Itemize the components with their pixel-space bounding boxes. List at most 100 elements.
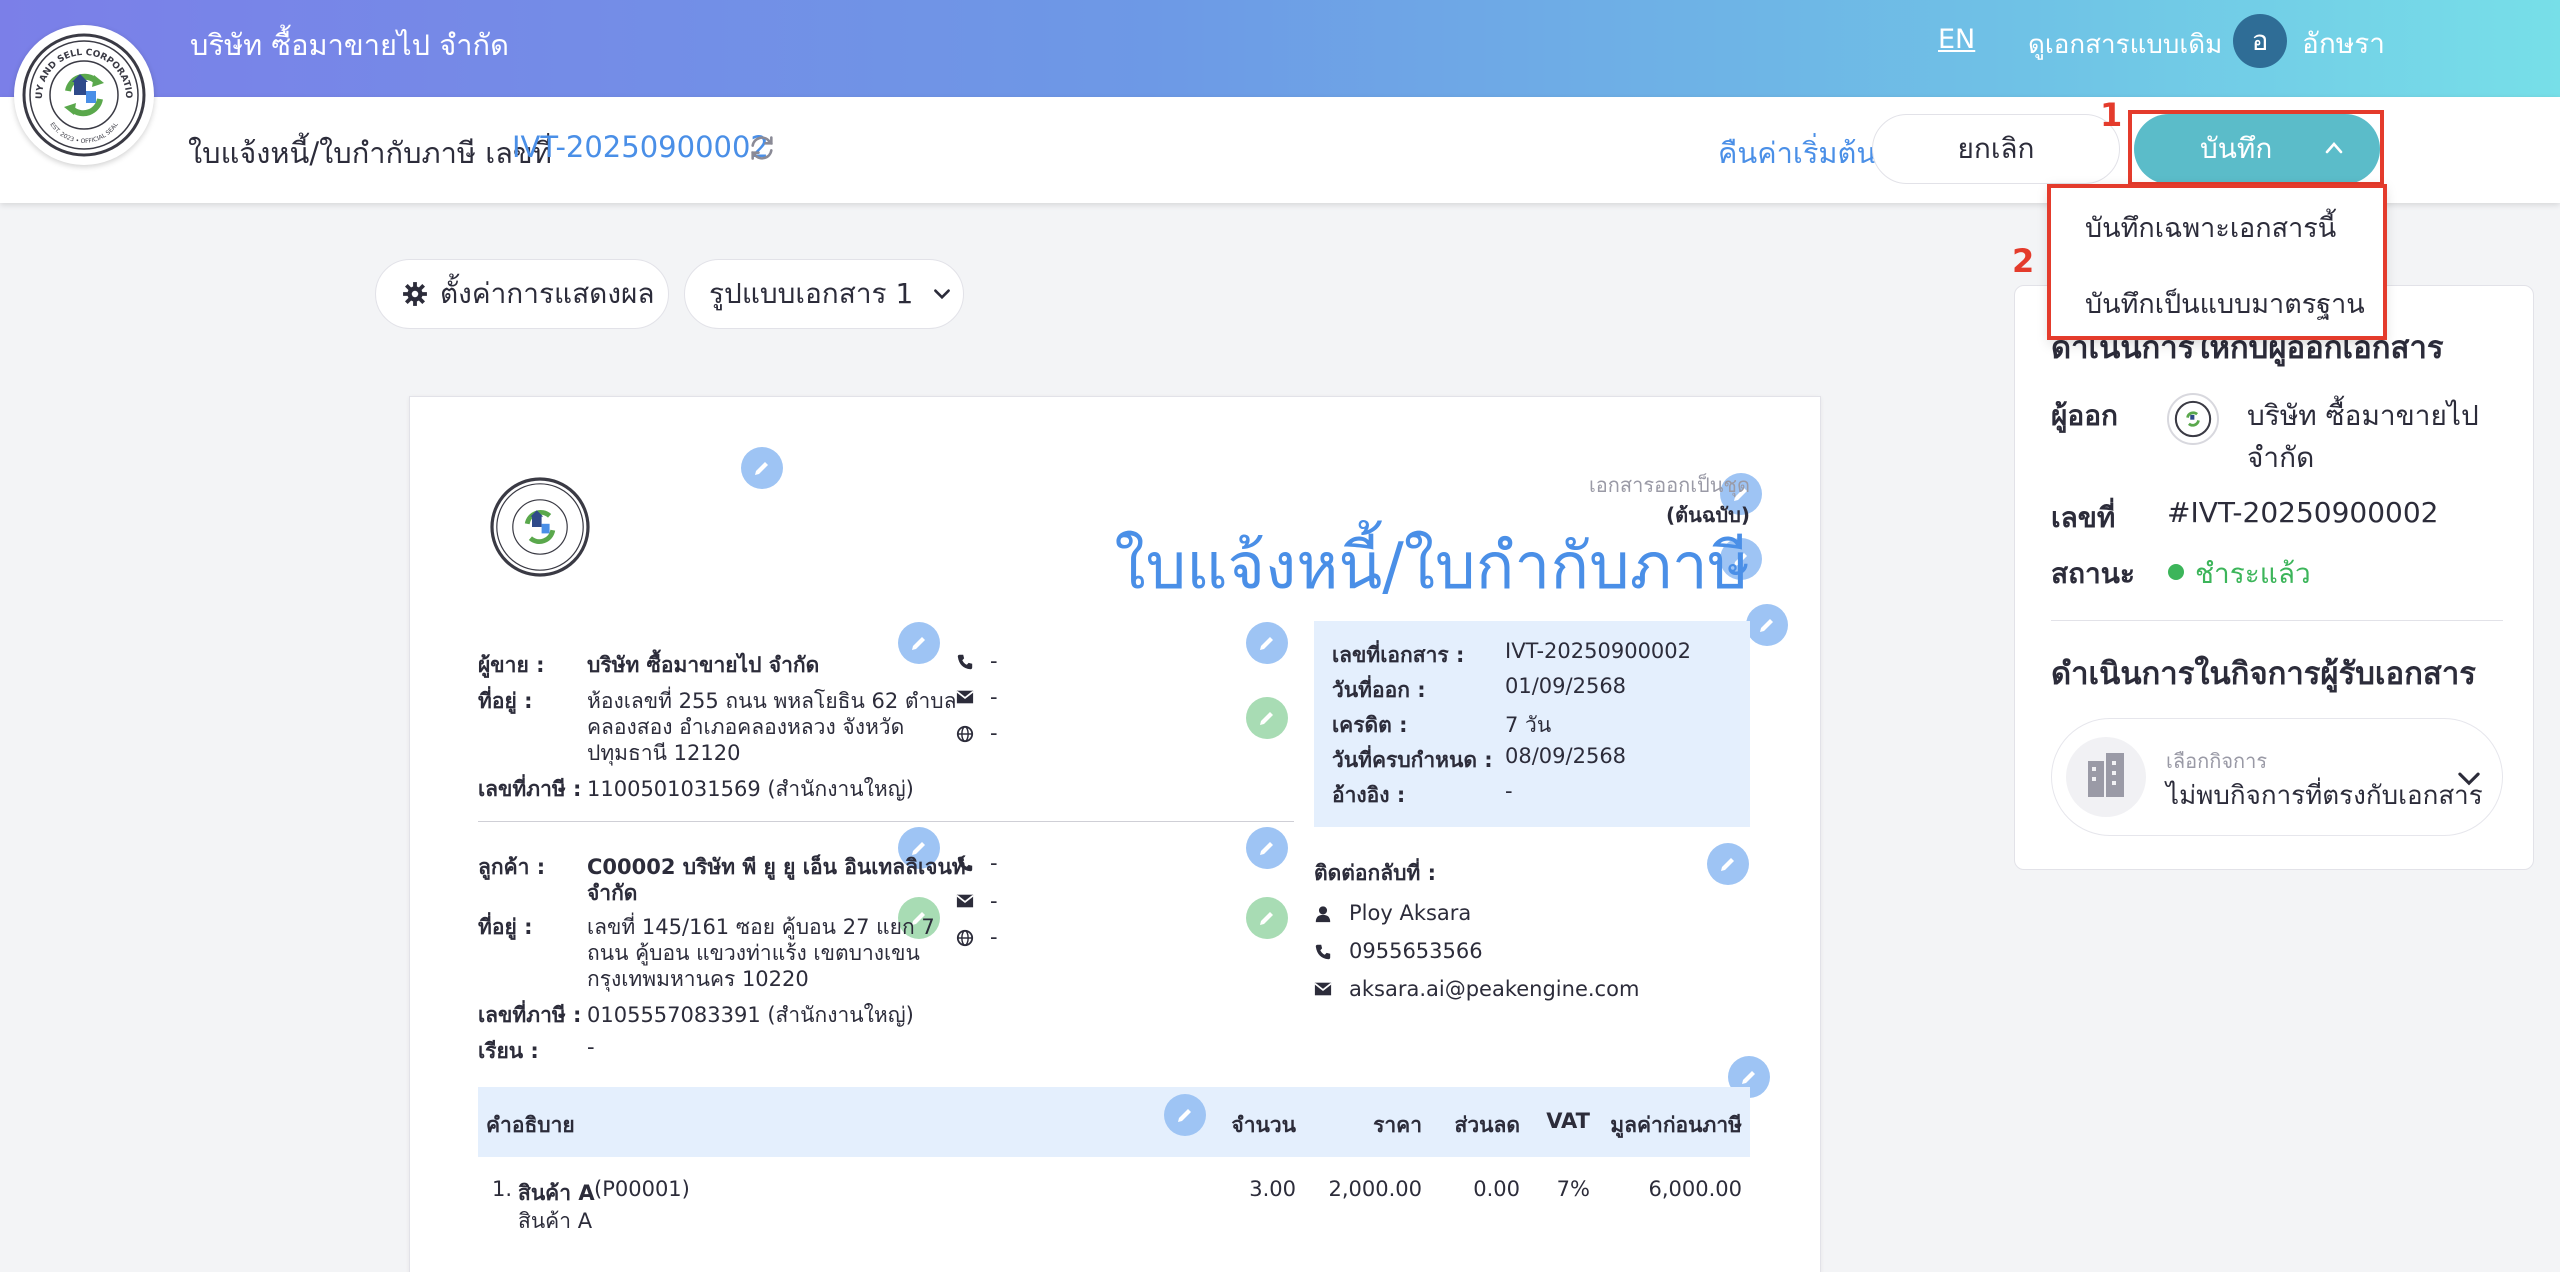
col-price: ราคา bbox=[1373, 1113, 1422, 1137]
edit-contact-back-icon[interactable] bbox=[1707, 843, 1749, 885]
customer-name-line2: จำกัด bbox=[587, 881, 638, 905]
select-company-label: เลือกกิจการ bbox=[2166, 749, 2268, 773]
info-label-due-date: วันที่ครบกำหนด : bbox=[1332, 748, 1493, 772]
phone-icon bbox=[957, 856, 973, 872]
issued-set-text: เอกสารออกเป็นชุด bbox=[1588, 473, 1750, 497]
info-value-due-date: 08/09/2568 bbox=[1505, 744, 1627, 768]
customer-web: - bbox=[990, 925, 998, 949]
edit-seller-contact-icon[interactable] bbox=[1246, 622, 1288, 664]
row-product-code: (P00001) bbox=[594, 1177, 690, 1201]
globe-icon bbox=[956, 725, 974, 743]
document-preview: เอกสารออกเป็นชุด (ต้นฉบับ) ใบแจ้งหนี้/ใบ… bbox=[409, 396, 1821, 1272]
customer-tax-label: เลขที่ภาษี : bbox=[478, 1003, 582, 1027]
refresh-icon[interactable] bbox=[748, 134, 776, 162]
display-settings-button[interactable]: ตั้งค่าการแสดงผล bbox=[375, 259, 669, 329]
customer-attn: - bbox=[587, 1035, 595, 1059]
row-number: 1. bbox=[492, 1177, 513, 1201]
company-name[interactable]: บริษัท ซื้อมาขายไป จำกัด bbox=[190, 22, 509, 68]
info-value-credit: 7 วัน bbox=[1505, 713, 1552, 737]
info-value-docno: IVT-20250900002 bbox=[1505, 639, 1692, 663]
row-amount: 6,000.00 bbox=[1648, 1177, 1742, 1201]
email-icon bbox=[956, 894, 974, 908]
logo-seal-icon: BUY AND SELL CORPORATION EST. 2023 • OFF… bbox=[10, 18, 146, 157]
contact-back-label: ติดต่อกลับที่ : bbox=[1314, 861, 1436, 885]
annotation-number-2: 2 bbox=[2012, 242, 2035, 280]
seller-tax-label: เลขที่ภาษี : bbox=[478, 777, 582, 801]
divider bbox=[478, 821, 1294, 822]
receiver-section-title: ดำเนินการในกิจการผู้รับเอกสาร bbox=[2051, 656, 2476, 692]
customer-name-line1: C00002 บริษัท พี ยู ยู เอ็น อินเทลลิเจนท… bbox=[587, 855, 966, 879]
info-label-docno: เลขที่เอกสาร : bbox=[1332, 643, 1465, 667]
row-quantity: 3.00 bbox=[1249, 1177, 1296, 1201]
row-product-desc: สินค้า A bbox=[518, 1209, 593, 1233]
row-discount: 0.00 bbox=[1473, 1177, 1520, 1201]
issuer-logo bbox=[2167, 393, 2219, 445]
number-label: เลขที่ bbox=[2051, 501, 2116, 534]
reset-defaults-link[interactable]: คืนค่าเริ่มต้น bbox=[1718, 130, 1876, 176]
edit-customer-contact-extra-icon[interactable] bbox=[1246, 897, 1288, 939]
seller-address-line3: ปทุมธานี 12120 bbox=[587, 741, 741, 765]
select-company-value: ไม่พบกิจการที่ตรงกับเอกสาร bbox=[2166, 781, 2483, 811]
seller-address-label: ที่อยู่ : bbox=[478, 689, 533, 713]
avatar-initial: อ bbox=[2251, 24, 2269, 57]
avatar[interactable]: อ bbox=[2233, 14, 2287, 68]
highlight-save-menu bbox=[2047, 184, 2387, 340]
col-description: คำอธิบาย bbox=[486, 1113, 575, 1137]
highlight-save-button bbox=[2128, 110, 2384, 186]
seller-phone: - bbox=[990, 649, 998, 673]
edit-customer-contact-icon[interactable] bbox=[1246, 827, 1288, 869]
user-icon bbox=[1315, 906, 1331, 923]
info-value-issue-date: 01/09/2568 bbox=[1505, 674, 1627, 698]
email-icon bbox=[956, 690, 974, 704]
customer-phone: - bbox=[990, 851, 998, 875]
info-value-reference: - bbox=[1505, 779, 1513, 803]
seller-label: ผู้ขาย : bbox=[478, 653, 545, 677]
phone-icon bbox=[1315, 944, 1331, 960]
email-icon bbox=[1314, 982, 1332, 996]
seller-email: - bbox=[990, 685, 998, 709]
customer-address-line3: กรุงเทพมหานคร 10220 bbox=[587, 967, 809, 991]
document-number[interactable]: IVT-20250900002 bbox=[512, 130, 769, 164]
issuer-name-line2: จำกัด bbox=[2247, 441, 2315, 474]
cancel-label: ยกเลิก bbox=[1957, 132, 2035, 165]
edit-columns-icon[interactable] bbox=[1164, 1094, 1206, 1136]
info-label-issue-date: วันที่ออก : bbox=[1332, 678, 1426, 702]
globe-icon bbox=[956, 929, 974, 947]
customer-tax: 0105557083391 (สำนักงานใหญ่) bbox=[587, 1003, 914, 1027]
row-price: 2,000.00 bbox=[1328, 1177, 1422, 1201]
username[interactable]: อักษรา bbox=[2302, 22, 2385, 66]
template-label: รูปแบบเอกสาร 1 bbox=[709, 277, 914, 310]
annotation-number-1: 1 bbox=[2100, 96, 2123, 134]
document-logo bbox=[484, 471, 596, 583]
building-icon bbox=[2066, 737, 2146, 817]
status-label: สถานะ bbox=[2051, 557, 2135, 590]
seller-name: บริษัท ซื้อมาขายไป จำกัด bbox=[587, 653, 820, 677]
status-dot bbox=[2168, 564, 2184, 580]
edit-info-icon[interactable] bbox=[1746, 604, 1788, 646]
old-view-link[interactable]: ดูเอกสารแบบเดิม bbox=[2028, 24, 2222, 65]
language-link[interactable]: EN bbox=[1938, 24, 1975, 55]
contact-name: Ploy Aksara bbox=[1349, 901, 1472, 925]
customer-address-label: ที่อยู่ : bbox=[478, 915, 533, 939]
template-select[interactable]: รูปแบบเอกสาร 1 bbox=[684, 259, 964, 329]
chevron-down-icon bbox=[2458, 772, 2480, 786]
issuer-doc-number: #IVT-20250900002 bbox=[2167, 496, 2439, 529]
customer-attn-label: เรียน : bbox=[478, 1039, 539, 1063]
customer-label: ลูกค้า : bbox=[478, 855, 546, 879]
actions-panel: ดำเนินการให้กับผู้ออกเอกสาร ผู้ออก บริษั… bbox=[2014, 285, 2534, 870]
company-select[interactable]: เลือกกิจการ ไม่พบกิจการที่ตรงกับเอกสาร bbox=[2051, 718, 2503, 836]
seller-web: - bbox=[990, 721, 998, 745]
cancel-button[interactable]: ยกเลิก bbox=[1872, 114, 2120, 184]
company-logo[interactable]: BUY AND SELL CORPORATION EST. 2023 • OFF… bbox=[10, 18, 154, 165]
edit-seller-extra-icon[interactable] bbox=[1246, 697, 1288, 739]
col-vat: VAT bbox=[1546, 1109, 1590, 1133]
edit-seller-icon[interactable] bbox=[898, 622, 940, 664]
col-discount: ส่วนลด bbox=[1454, 1113, 1520, 1137]
col-quantity: จำนวน bbox=[1231, 1113, 1296, 1137]
edit-logo-icon[interactable] bbox=[741, 447, 783, 489]
logo-seal-icon bbox=[2174, 400, 2212, 438]
contact-phone: 0955653566 bbox=[1349, 939, 1483, 963]
logo-seal-icon bbox=[490, 477, 590, 577]
phone-icon bbox=[957, 654, 973, 670]
info-label-credit: เครดิต : bbox=[1332, 713, 1408, 737]
